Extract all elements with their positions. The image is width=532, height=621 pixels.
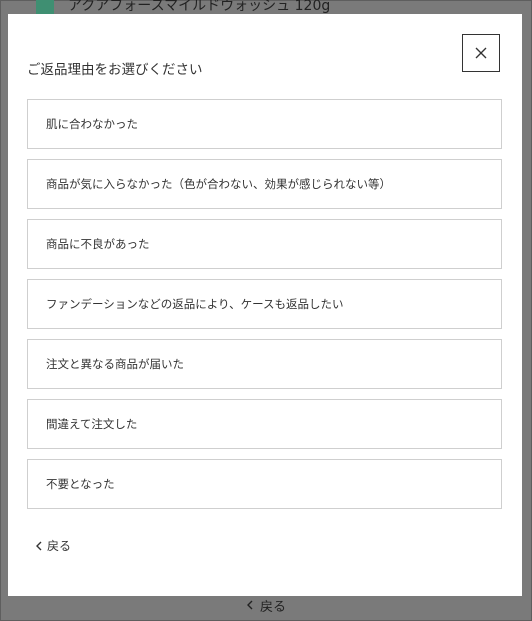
reason-option-ordered-by-mistake[interactable]: 間違えて注文した — [27, 399, 502, 449]
reason-option-skin-mismatch[interactable]: 肌に合わなかった — [27, 99, 502, 149]
background-back-label: 戻る — [259, 599, 286, 615]
background-product-title: アクアフォースマイルドウォッシュ 120g — [68, 0, 331, 14]
chevron-left-icon — [246, 600, 253, 610]
reason-options-list: 肌に合わなかった 商品が気に入らなかった（色が合わない、効果が感じられない等） … — [27, 99, 502, 519]
close-icon — [475, 47, 487, 59]
background-back-link: 戻る — [0, 595, 532, 615]
return-reason-modal: ご返品理由をお選びください 肌に合わなかった 商品が気に入らなかった（色が合わな… — [8, 14, 522, 596]
reason-option-return-case[interactable]: ファンデーションなどの返品により、ケースも返品したい — [27, 279, 502, 329]
reason-option-no-longer-needed[interactable]: 不要となった — [27, 459, 502, 509]
reason-option-defective[interactable]: 商品に不良があった — [27, 219, 502, 269]
back-link[interactable]: 戻る — [35, 537, 71, 554]
chevron-left-icon — [36, 541, 42, 550]
close-button[interactable] — [462, 34, 500, 72]
reason-option-wrong-item[interactable]: 注文と異なる商品が届いた — [27, 339, 502, 389]
back-label: 戻る — [47, 539, 72, 553]
modal-title: ご返品理由をお選びください — [27, 62, 203, 78]
reason-option-not-satisfied[interactable]: 商品が気に入らなかった（色が合わない、効果が感じられない等） — [27, 159, 502, 209]
